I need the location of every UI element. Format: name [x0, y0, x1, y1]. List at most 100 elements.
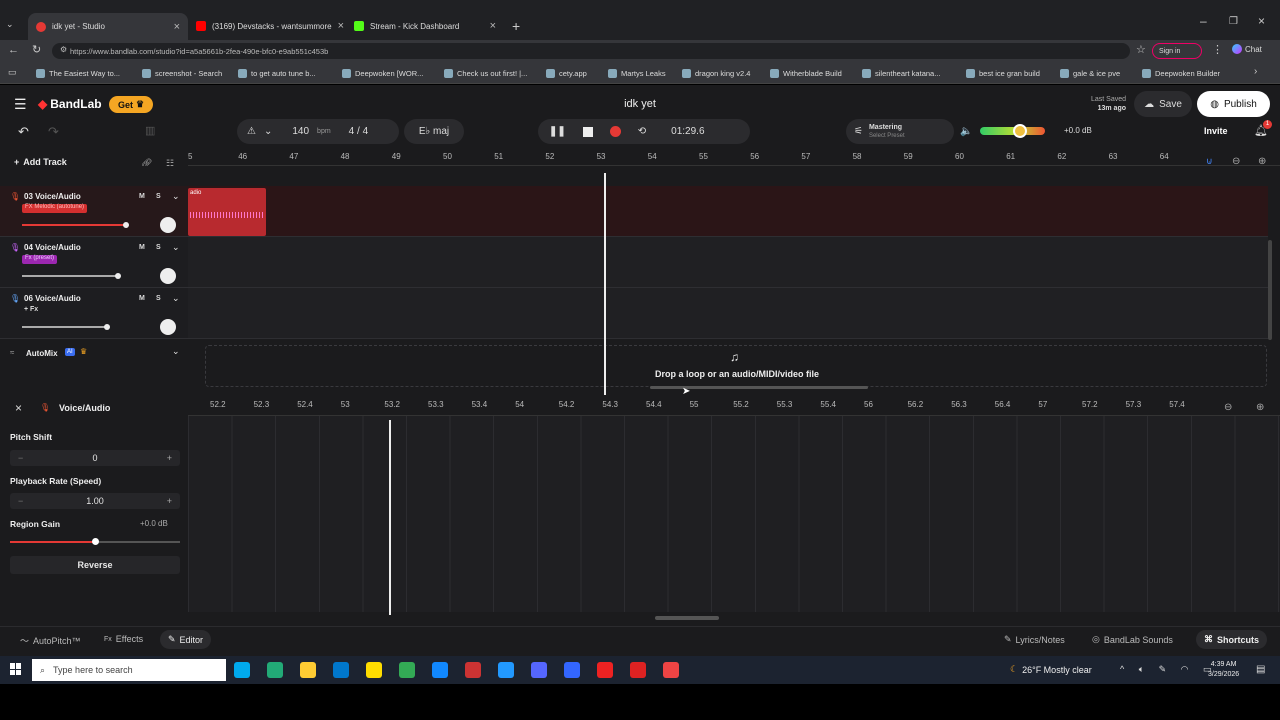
bookmark-item[interactable]: to get auto tune b...	[238, 64, 316, 82]
tab-youtube[interactable]: (3169) Devstacks - wantsummore ×	[188, 14, 344, 38]
increment-button[interactable]: +	[167, 496, 172, 506]
minimize-icon[interactable]: –	[1200, 14, 1207, 28]
editor-horizontal-scrollbar[interactable]	[655, 616, 719, 620]
invite-button[interactable]: Invite	[1204, 126, 1228, 136]
shortcuts-button[interactable]: ⌘ Shortcuts	[1196, 630, 1268, 649]
app-icon[interactable]	[564, 662, 580, 678]
track-lane[interactable]	[188, 288, 1268, 339]
zoom-in-icon[interactable]: ⊕	[1256, 402, 1264, 413]
site-info-icon[interactable]: ⚙	[60, 45, 67, 54]
hamburger-menu-icon[interactable]: ☰	[14, 96, 27, 113]
increment-button[interactable]: +	[167, 453, 172, 463]
bookmark-item[interactable]: Deepwoken [WOR...	[342, 64, 423, 82]
pitch-shift-stepper[interactable]: − 0 +	[10, 450, 180, 466]
excel-icon[interactable]	[267, 662, 283, 678]
decrement-button[interactable]: −	[18, 496, 23, 506]
audio-region[interactable]: adio	[188, 188, 266, 236]
youtube-icon[interactable]	[597, 662, 613, 678]
key-selector[interactable]: E♭ maj	[404, 119, 464, 144]
track-lane[interactable]	[188, 237, 1268, 288]
time-signature[interactable]: 4 / 4	[349, 126, 368, 137]
discord-icon[interactable]	[531, 662, 547, 678]
track-name[interactable]: 06 Voice/Audio	[24, 294, 81, 303]
redo-icon[interactable]: ↷	[48, 124, 59, 140]
editor-playhead[interactable]	[389, 420, 391, 615]
solo-button[interactable]: S	[156, 193, 161, 200]
sign-in-button[interactable]: Sign in	[1152, 43, 1202, 59]
fx-tag[interactable]: FX Melodic (autotune)	[22, 204, 88, 213]
save-button[interactable]: ☁ Save	[1134, 91, 1192, 117]
zoom-out-icon[interactable]: ⊖	[1224, 402, 1232, 413]
roblox-icon[interactable]	[465, 662, 481, 678]
close-tab-icon[interactable]: ×	[174, 21, 180, 33]
volume-thumb[interactable]	[123, 222, 129, 228]
bookmark-star-icon[interactable]: ☆	[1136, 43, 1146, 56]
bookmark-item[interactable]: silentheart katana...	[862, 64, 940, 82]
bookmark-item[interactable]: best ice gran build	[966, 64, 1040, 82]
bookmark-item[interactable]: dragon king v2.4	[682, 64, 750, 82]
decrement-button[interactable]: −	[18, 453, 23, 463]
new-tab-icon[interactable]: +	[512, 18, 520, 34]
tab-studio[interactable]: idk yet - Studio ×	[28, 13, 188, 40]
edge-icon[interactable]	[498, 662, 514, 678]
automix-row[interactable]: ≈ AutoMix AI ♛ ⌄	[0, 342, 188, 366]
windows-start-icon[interactable]	[10, 663, 22, 675]
mixer-icon[interactable]: ▥	[145, 124, 155, 137]
bpm-value[interactable]: 140	[292, 126, 309, 137]
tab-list-button[interactable]: ⌄	[6, 19, 14, 30]
bandlab-sounds-button[interactable]: ◎ BandLab Sounds	[1092, 634, 1173, 645]
master-volume-slider[interactable]	[980, 124, 1045, 138]
close-tab-icon[interactable]: ×	[338, 20, 344, 32]
steam-icon[interactable]	[234, 662, 250, 678]
chevron-down-icon[interactable]: ⌄	[172, 293, 180, 304]
region-gain-slider[interactable]	[10, 538, 180, 545]
mastering-button[interactable]: ⚟ Mastering Select Preset	[846, 119, 954, 144]
clock[interactable]: 4:39 AM 3/29/2026	[1208, 660, 1239, 680]
pan-knob[interactable]	[160, 319, 176, 335]
chevron-down-icon[interactable]: ⌄	[172, 191, 180, 202]
lyrics-notes-button[interactable]: ✎ Lyrics/Notes	[1004, 634, 1065, 645]
pan-knob[interactable]	[160, 268, 176, 284]
app-icon[interactable]	[432, 662, 448, 678]
chrome-icon[interactable]	[663, 662, 679, 678]
playhead[interactable]	[604, 173, 606, 395]
add-fx-button[interactable]: + Fx	[24, 306, 38, 313]
back-icon[interactable]: ←	[8, 44, 19, 56]
fx-tag[interactable]: Fx (preset)	[22, 255, 58, 264]
taskbar-search-input[interactable]: ⌕ Type here to search	[32, 659, 226, 681]
volume-thumb[interactable]	[104, 324, 110, 330]
editor-grid[interactable]	[188, 416, 1280, 612]
maximize-icon[interactable]: ❐	[1229, 16, 1238, 27]
mute-button[interactable]: M	[139, 244, 145, 251]
outlook-icon[interactable]	[333, 662, 349, 678]
playback-rate-value[interactable]: 1.00	[86, 496, 104, 506]
autopitch-tab[interactable]: 〜 AutoPitch™	[20, 634, 81, 647]
tray-icons[interactable]: ^ 🔈︎ ✎ ◠ ▭	[1120, 664, 1218, 675]
stop-icon[interactable]	[582, 126, 593, 137]
chevron-down-icon[interactable]: ⌄	[264, 126, 272, 137]
weather-widget[interactable]: ☾ 26°F Mostly clear	[1010, 664, 1092, 675]
close-window-icon[interactable]: ×	[1258, 14, 1265, 28]
project-title[interactable]: idk yet	[600, 98, 680, 110]
solo-button[interactable]: S	[156, 295, 161, 302]
pan-knob[interactable]	[160, 217, 176, 233]
volume-thumb[interactable]	[115, 273, 121, 279]
bookmark-item[interactable]: Martys Leaks	[608, 64, 666, 82]
menu-dots-icon[interactable]: ⋮	[1212, 43, 1223, 56]
track-name[interactable]: 03 Voice/Audio	[24, 192, 81, 201]
track-lane[interactable]	[188, 186, 1268, 237]
solo-button[interactable]: S	[156, 244, 161, 251]
mute-button[interactable]: M	[139, 295, 145, 302]
chevron-down-icon[interactable]: ⌄	[172, 346, 180, 357]
reload-icon[interactable]: ↻	[32, 43, 41, 56]
mute-button[interactable]: M	[139, 193, 145, 200]
region-gain-thumb[interactable]	[92, 538, 99, 545]
metronome-icon[interactable]: ⚠	[247, 126, 256, 137]
bookmark-item[interactable]: Check us out first! |...	[444, 64, 527, 82]
track-name[interactable]: 04 Voice/Audio	[24, 243, 81, 252]
bookmark-item[interactable]: Deepwoken Builder	[1142, 64, 1220, 82]
apps-icon[interactable]: ▭	[8, 67, 17, 78]
store-icon[interactable]	[366, 662, 382, 678]
record-icon[interactable]	[609, 126, 621, 137]
file-explorer-icon[interactable]	[300, 662, 316, 678]
